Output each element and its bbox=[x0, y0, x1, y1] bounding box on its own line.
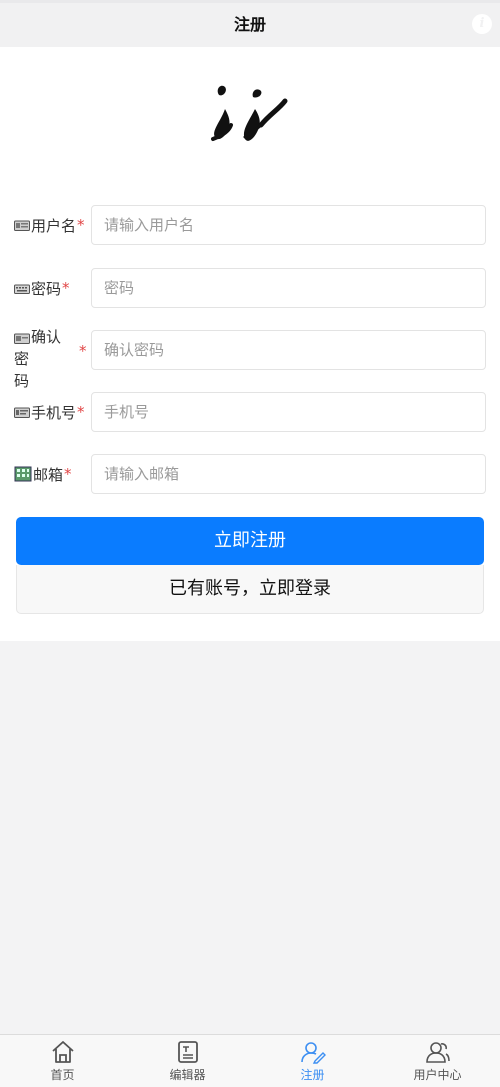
email-field-box bbox=[91, 454, 486, 494]
home-icon bbox=[51, 1041, 74, 1063]
confirm-password-input[interactable] bbox=[92, 331, 464, 369]
login-link-button[interactable]: 已有账号，立即登录 bbox=[16, 565, 484, 614]
tab-user-center-label: 用户中心 bbox=[413, 1068, 462, 1082]
phone-card-icon bbox=[14, 407, 30, 418]
required-mark: * bbox=[64, 465, 72, 483]
phone-label-text: 手机号 bbox=[31, 403, 77, 422]
phone-row: 手机号 * bbox=[14, 392, 486, 432]
register-icon bbox=[300, 1042, 326, 1064]
username-input[interactable] bbox=[92, 206, 464, 244]
required-mark: * bbox=[77, 403, 85, 421]
phone-field-box bbox=[91, 392, 486, 432]
editor-icon bbox=[177, 1041, 198, 1063]
tab-register[interactable]: 注册 bbox=[250, 1035, 375, 1087]
password-label-text: 密码 bbox=[31, 279, 62, 298]
confirm-password-field-box bbox=[91, 330, 486, 370]
keyboard-icon bbox=[14, 284, 30, 294]
email-row: 邮箱 * bbox=[14, 454, 486, 494]
phone-input[interactable] bbox=[92, 393, 464, 431]
tab-home-label: 首页 bbox=[50, 1068, 75, 1082]
confirm-card-icon bbox=[14, 333, 30, 344]
username-label-text: 用户名 bbox=[31, 216, 77, 235]
tab-register-label: 注册 bbox=[300, 1068, 325, 1082]
users-icon bbox=[425, 1042, 450, 1063]
confirm-label-line2: 码 bbox=[14, 372, 30, 390]
tab-editor-label: 编辑器 bbox=[169, 1068, 206, 1082]
password-label: 密码 * bbox=[14, 268, 90, 308]
building-icon bbox=[14, 466, 32, 482]
register-button[interactable]: 立即注册 bbox=[16, 517, 484, 565]
username-field-box bbox=[91, 205, 486, 245]
password-field-box bbox=[91, 268, 486, 308]
tab-editor[interactable]: 编辑器 bbox=[125, 1035, 250, 1087]
navigation-bar: 注册 i bbox=[0, 3, 500, 47]
required-mark: * bbox=[77, 216, 85, 234]
info-icon[interactable]: i bbox=[472, 14, 492, 34]
confirm-password-label: 确认密码 * bbox=[14, 326, 90, 390]
page-title: 注册 bbox=[233, 15, 266, 34]
username-label: 用户名 * bbox=[14, 205, 90, 245]
logo bbox=[211, 85, 288, 141]
email-input[interactable] bbox=[92, 455, 464, 493]
phone-label: 手机号 * bbox=[14, 392, 90, 432]
password-row: 密码 * bbox=[14, 268, 486, 308]
tab-user-center[interactable]: 用户中心 bbox=[375, 1035, 500, 1087]
required-mark: * bbox=[79, 342, 87, 360]
confirm-password-row: 确认密码 * bbox=[14, 328, 486, 390]
email-label-text: 邮箱 bbox=[33, 465, 64, 484]
tab-home[interactable]: 首页 bbox=[0, 1035, 125, 1087]
user-card-icon bbox=[14, 220, 30, 231]
password-input[interactable] bbox=[92, 269, 464, 307]
bottom-tab-bar: 首页 编辑器 注册 用户中心 bbox=[0, 1034, 500, 1087]
username-row: 用户名 * bbox=[14, 205, 486, 245]
required-mark: * bbox=[62, 279, 70, 297]
email-label: 邮箱 * bbox=[14, 454, 90, 494]
register-form-panel: 用户名* 密码* 确认密码 bbox=[0, 47, 500, 641]
confirm-password-label-text: 确认密码 bbox=[14, 326, 74, 392]
